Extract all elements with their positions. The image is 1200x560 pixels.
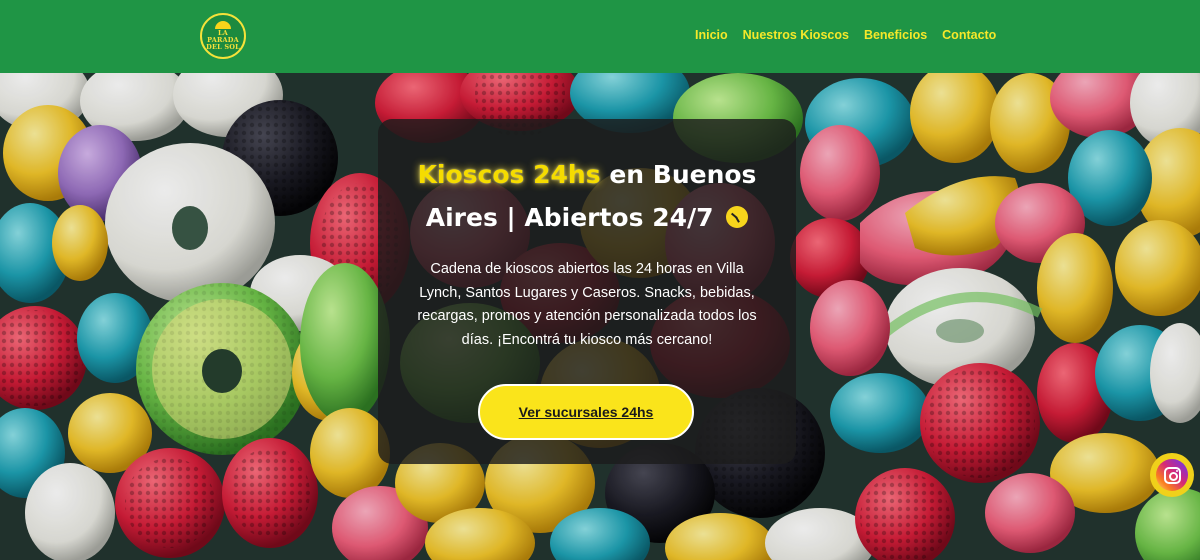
logo-text: LA PARADA DEL SOL xyxy=(202,30,244,51)
hero-description: Cadena de kioscos abiertos las 24 horas … xyxy=(417,261,757,348)
nav-nuestros-kioscos[interactable]: Nuestros Kioscos xyxy=(743,28,849,42)
hero-title-highlight: Kioscos 24hs xyxy=(417,160,601,189)
nav-inicio[interactable]: Inicio xyxy=(695,28,728,42)
instagram-button[interactable] xyxy=(1150,453,1194,497)
hero-card: Kioscos 24hs en Buenos Aires | Abiertos … xyxy=(378,119,796,464)
sun-icon xyxy=(215,21,231,29)
hero-title: Kioscos 24hs en Buenos Aires | Abiertos … xyxy=(378,153,796,239)
logo-line-1: LA PARADA xyxy=(207,29,239,44)
nav-beneficios[interactable]: Beneficios xyxy=(864,28,927,42)
site-logo[interactable]: LA PARADA DEL SOL xyxy=(200,13,246,59)
main-nav: Inicio Nuestros Kioscos Beneficios Conta… xyxy=(695,28,996,42)
ver-sucursales-button[interactable]: Ver sucursales 24hs xyxy=(478,384,694,440)
instagram-icon xyxy=(1156,459,1188,491)
logo-line-2: DEL SOL xyxy=(206,43,240,51)
camera-icon xyxy=(1163,466,1181,484)
nav-contacto[interactable]: Contacto xyxy=(942,28,996,42)
clock-icon xyxy=(726,206,749,228)
site-header: LA PARADA DEL SOL Inicio Nuestros Kiosco… xyxy=(0,0,1200,73)
